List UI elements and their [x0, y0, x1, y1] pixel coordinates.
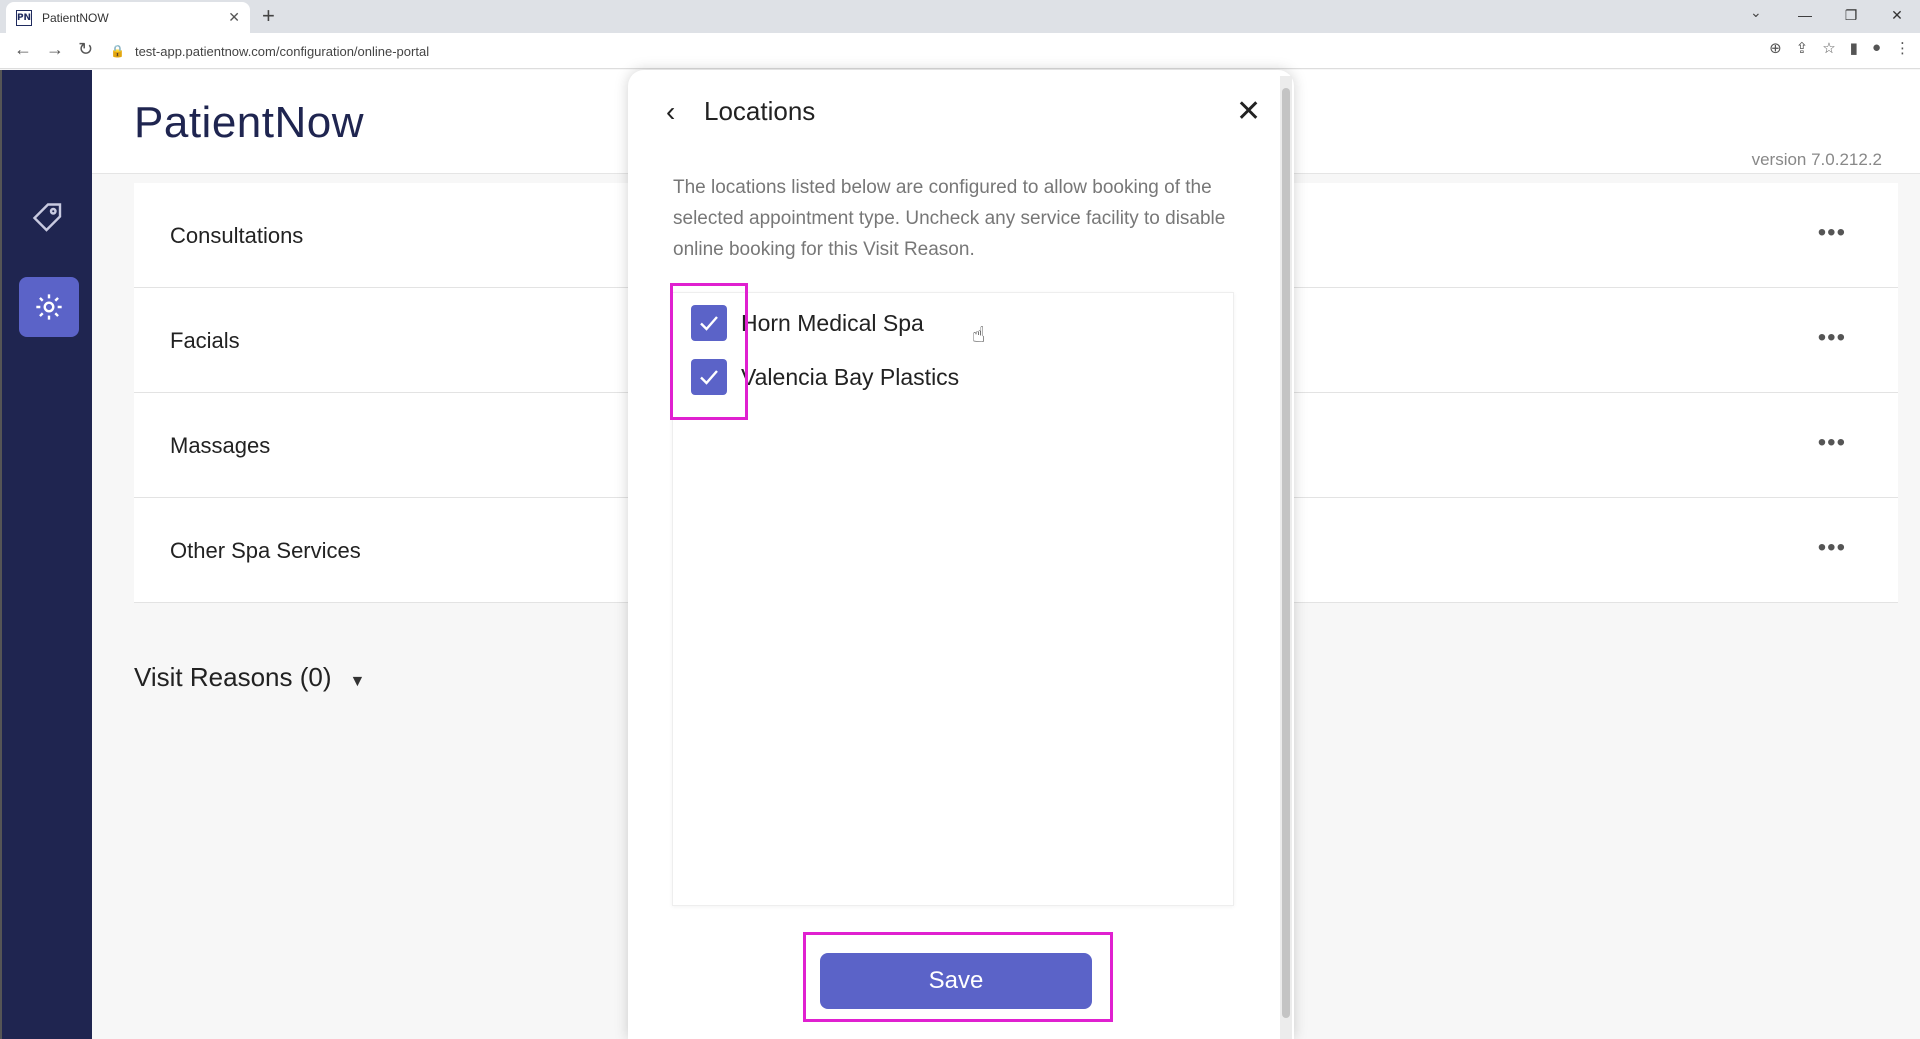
caret-down-icon: ▼: [349, 673, 366, 690]
close-icon[interactable]: ✕: [1236, 94, 1261, 129]
menu-kebab-icon[interactable]: ⋮: [1895, 39, 1910, 57]
minimize-icon[interactable]: —: [1782, 0, 1828, 30]
category-label: Other Spa Services: [170, 538, 361, 563]
forward-icon[interactable]: →: [46, 39, 64, 60]
modal-scrollbar[interactable]: [1280, 76, 1292, 1039]
modal-description: The locations listed below are configure…: [673, 177, 1226, 260]
category-label: Consultations: [170, 223, 304, 248]
browser-tab[interactable]: PN PatientNOW ✕: [6, 2, 250, 33]
category-label: Facials: [170, 328, 240, 353]
url-field[interactable]: 🔒 test-app.patientnow.com/configuration/…: [110, 37, 1740, 65]
back-chevron-icon[interactable]: ‹: [666, 96, 675, 128]
profile-icon[interactable]: ●: [1872, 39, 1881, 57]
address-bar: ← → ↻ 🔒 test-app.patientnow.com/configur…: [0, 33, 1920, 69]
more-options-icon[interactable]: •••: [1818, 429, 1846, 457]
category-label: Massages: [170, 433, 271, 458]
share-icon[interactable]: ⇪: [1796, 39, 1809, 57]
zoom-icon[interactable]: ⊕: [1769, 39, 1782, 57]
more-options-icon[interactable]: •••: [1818, 324, 1846, 352]
back-icon[interactable]: ←: [14, 39, 32, 60]
tab-search-chevron-icon[interactable]: ⌄: [1750, 4, 1762, 21]
browser-toolbar: ⊕ ⇪ ☆ ▮ ● ⋮: [1769, 39, 1910, 57]
locations-modal: ‹ Locations ✕ The locations listed below…: [628, 70, 1294, 1039]
brand-logo: PatientNow: [134, 98, 365, 147]
side-panel-icon[interactable]: ▮: [1850, 39, 1858, 57]
scrollbar-thumb[interactable]: [1282, 88, 1290, 1018]
more-options-icon[interactable]: •••: [1818, 219, 1846, 247]
visit-reasons-toggle[interactable]: Visit Reasons (0) ▼: [134, 662, 365, 693]
window-close-icon[interactable]: ✕: [1874, 0, 1920, 30]
location-label: Valencia Bay Plastics: [741, 363, 960, 390]
checkbox-highlight-box: [670, 283, 748, 420]
tag-icon[interactable]: [30, 200, 66, 236]
restore-icon[interactable]: ❐: [1828, 0, 1874, 30]
tab-title: PatientNOW: [42, 10, 109, 25]
browser-tab-bar: PN PatientNOW ✕ + ⌄ — ❐ ✕: [0, 0, 1920, 33]
locations-list: Horn Medical Spa Valencia Bay Plastics: [672, 292, 1234, 906]
reload-icon[interactable]: ↻: [78, 39, 93, 60]
settings-gear-icon[interactable]: [19, 277, 79, 337]
save-button[interactable]: Save: [820, 953, 1092, 1009]
modal-title: Locations: [704, 96, 816, 126]
visit-reasons-label: Visit Reasons (0): [134, 662, 332, 692]
save-highlight-box: Save: [803, 932, 1113, 1022]
more-options-icon[interactable]: •••: [1818, 534, 1846, 562]
hand-cursor-icon: ☝: [972, 322, 986, 347]
patientnow-favicon-icon: PN: [16, 9, 32, 26]
bookmark-star-icon[interactable]: ☆: [1822, 39, 1835, 57]
location-label: Horn Medical Spa: [741, 309, 924, 336]
lock-icon: 🔒: [110, 44, 125, 58]
window-controls: — ❐ ✕: [1782, 0, 1920, 30]
tab-close-icon[interactable]: ✕: [228, 9, 240, 26]
new-tab-icon[interactable]: +: [262, 4, 275, 28]
side-navigation: [0, 70, 92, 1039]
version-label: version 7.0.212.2: [1751, 150, 1882, 169]
url-text: test-app.patientnow.com/configuration/on…: [134, 43, 430, 59]
